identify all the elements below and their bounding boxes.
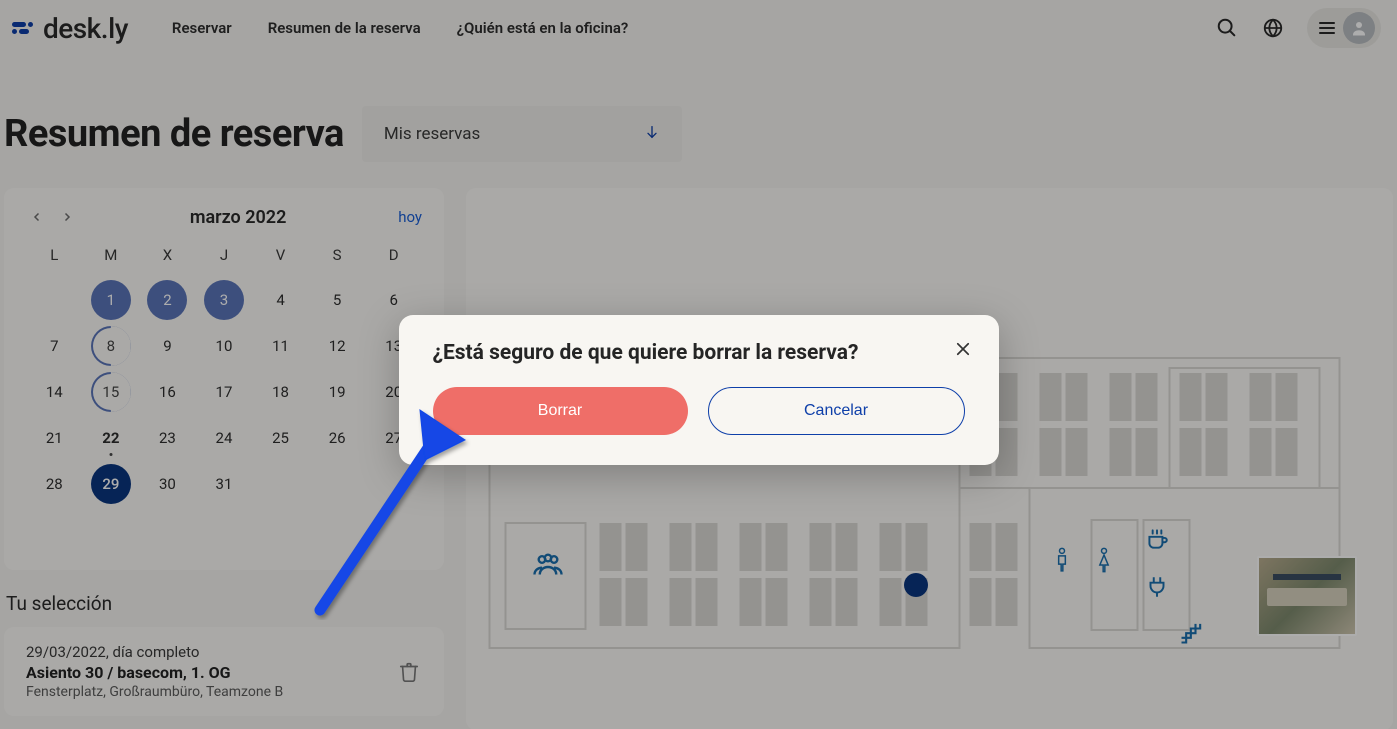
close-icon[interactable] [951,337,975,361]
delete-button[interactable]: Borrar [433,387,688,435]
modal-overlay[interactable]: ¿Está seguro de que quiere borrar la res… [0,0,1397,729]
cancel-button[interactable]: Cancelar [708,387,965,435]
dialog-title: ¿Está seguro de que quiere borrar la res… [433,341,965,365]
delete-dialog: ¿Está seguro de que quiere borrar la res… [399,315,999,465]
